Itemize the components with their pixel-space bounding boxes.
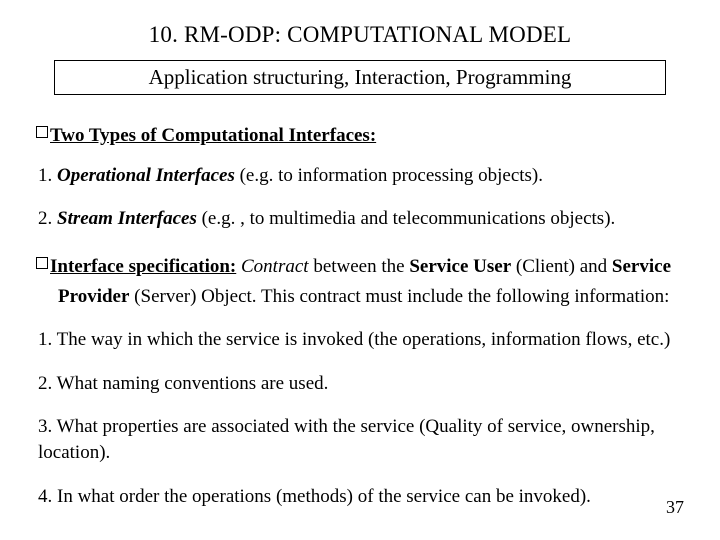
item2-term: Stream Interfaces (57, 208, 197, 229)
subtitle-text: Application structuring, Interaction, Pr… (149, 65, 572, 89)
item2-rest: (e.g. , to multimedia and telecommunicat… (197, 208, 615, 229)
spec-mid1: between the (309, 256, 410, 277)
contract-word: Contract (241, 256, 309, 277)
page-number: 37 (666, 497, 684, 518)
slide-title: 10. RM-ODP: COMPUTATIONAL MODEL (36, 22, 684, 48)
item1-rest: (e.g. to information processing objects)… (235, 165, 543, 186)
item1-number: 1. (38, 165, 57, 186)
spec-tail: (Server) Object. This contract must incl… (129, 286, 669, 307)
interface-spec-heading: Interface specification: (50, 256, 236, 277)
contract-item-2: 2. What naming conventions are used. (36, 371, 684, 397)
spec-mid2: (Client) and (511, 256, 612, 277)
contract-item-3: 3. What properties are associated with t… (36, 414, 684, 465)
provider-word: Provider (58, 286, 129, 307)
subtitle-box: Application structuring, Interaction, Pr… (54, 60, 666, 95)
stream-interfaces-item: 2. Stream Interfaces (e.g. , to multimed… (36, 206, 684, 232)
service-user: Service User (409, 256, 511, 277)
item1-term: Operational Interfaces (57, 165, 235, 186)
contract-item-4: 4. In what order the operations (methods… (36, 484, 684, 510)
section-two-types: Two Types of Computational Interfaces: (36, 123, 684, 149)
section-interface-spec: Interface specification: Contract betwee… (36, 254, 684, 280)
service-word: Service (612, 256, 671, 277)
bullet-square-icon (36, 126, 48, 138)
bullet-square-icon (36, 257, 48, 269)
two-types-heading: Two Types of Computational Interfaces: (50, 125, 376, 146)
operational-interfaces-item: 1. Operational Interfaces (e.g. to infor… (36, 163, 684, 189)
interface-spec-body: Provider (Server) Object. This contract … (36, 284, 684, 310)
slide: 10. RM-ODP: COMPUTATIONAL MODEL Applicat… (0, 0, 720, 540)
item2-number: 2. (38, 208, 57, 229)
contract-item-1: 1. The way in which the service is invok… (36, 327, 684, 353)
